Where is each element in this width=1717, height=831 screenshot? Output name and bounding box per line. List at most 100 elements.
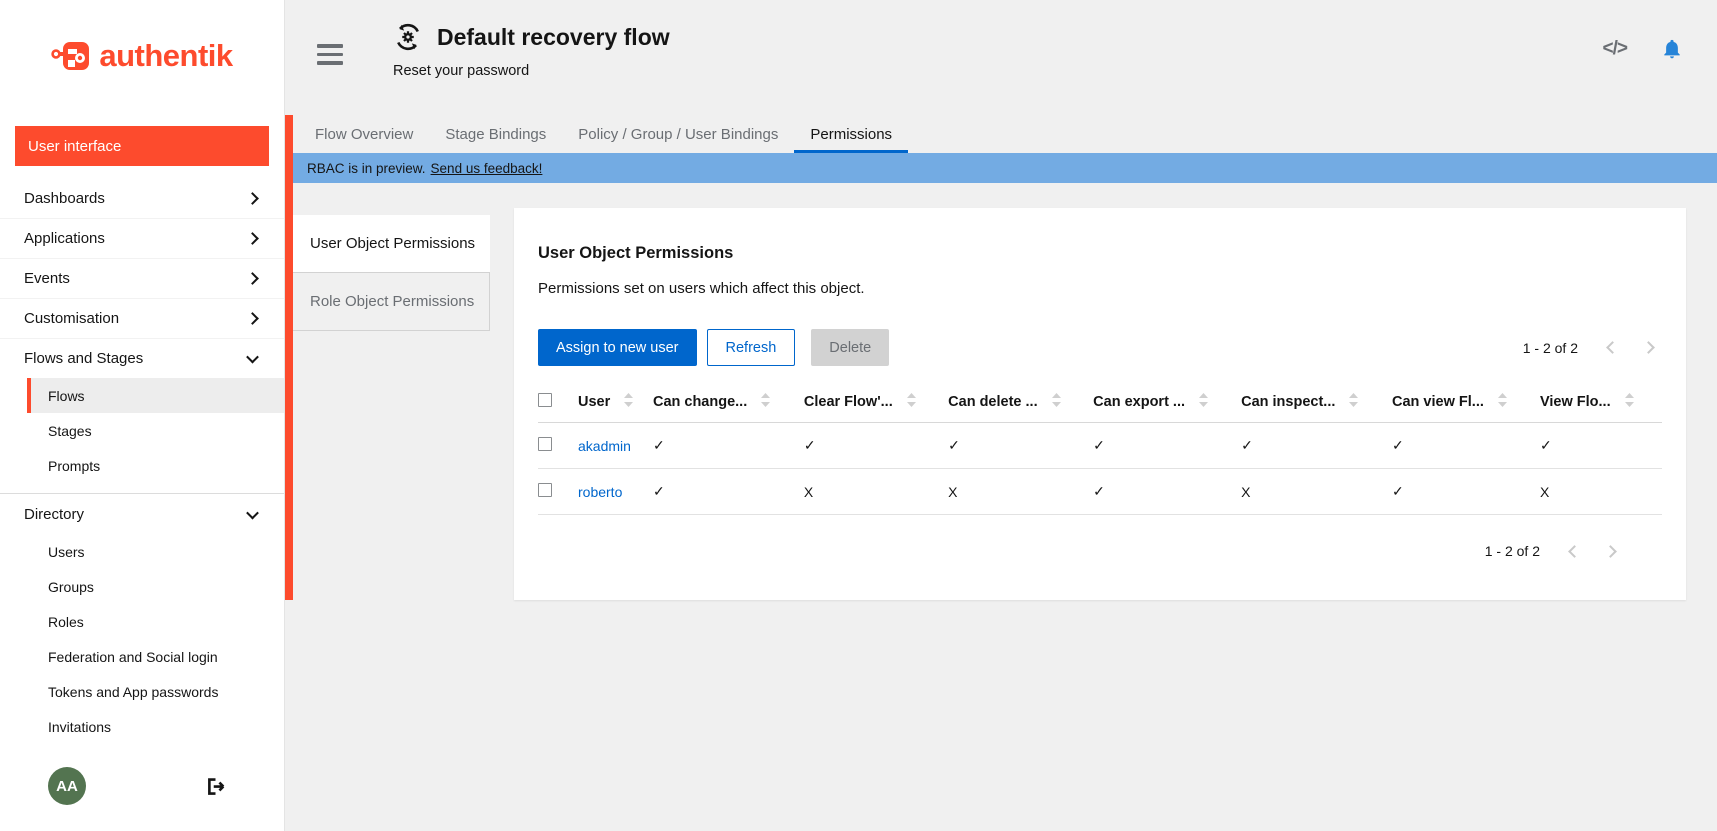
row-checkbox[interactable] [538,437,552,451]
sidebar-subitem-users[interactable]: Users [27,534,284,569]
sidebar-item-label: Flows and Stages [24,350,143,367]
chevron-right-icon [246,273,258,285]
pagination-next-icon[interactable] [1634,338,1662,358]
user-link[interactable]: roberto [578,484,622,500]
sidebar-item-directory[interactable]: Directory [0,494,284,534]
select-all-checkbox[interactable] [538,393,552,407]
column-can-view[interactable]: Can view Fl... [1392,382,1540,423]
sort-icon[interactable] [1349,393,1358,411]
tab-label: Stage Bindings [445,126,546,143]
feedback-link[interactable]: Send us feedback! [431,161,543,176]
pagination-prev-icon[interactable] [1560,541,1588,561]
content-area: User Object Permissions Role Object Perm… [285,183,1717,831]
column-can-change[interactable]: Can change... [653,382,804,423]
sidebar-item-events[interactable]: Events [0,258,284,298]
pagination-label: 1 - 2 of 2 [1485,543,1540,559]
column-can-delete[interactable]: Can delete ... [948,382,1093,423]
flow-icon [393,22,423,52]
pagination-bottom: 1 - 2 of 2 [538,541,1662,561]
brand-logo[interactable]: authentik [0,0,284,112]
sidebar-subitem-prompts[interactable]: Prompts [27,448,284,483]
sidebar-subitem-groups[interactable]: Groups [27,569,284,604]
perm-value: ✓ [804,437,816,453]
sidebar-item-applications[interactable]: Applications [0,218,284,258]
chevron-down-icon [246,353,258,365]
tab-policy-group-user-bindings[interactable]: Policy / Group / User Bindings [562,115,794,153]
sidebar-item-label: Directory [24,506,84,523]
user-object-permissions-card: User Object Permissions Permissions set … [514,208,1686,600]
column-can-export[interactable]: Can export ... [1093,382,1241,423]
sidebar-subitem-label: Roles [48,614,84,630]
side-tab-label: User Object Permissions [310,235,475,252]
sidebar-item-flows-and-stages[interactable]: Flows and Stages [0,338,284,378]
sort-icon[interactable] [1498,393,1507,411]
sidebar-subitem-label: Prompts [48,458,100,474]
side-tab-user-object-permissions[interactable]: User Object Permissions [285,215,490,273]
table-row: roberto ✓ X X ✓ X ✓ X [538,469,1662,515]
accent-bar [285,115,293,600]
pagination-next-icon[interactable] [1596,541,1624,561]
column-can-inspect[interactable]: Can inspect... [1241,382,1392,423]
sidebar-subitem-flows[interactable]: Flows [27,378,284,413]
page-title: Default recovery flow [437,24,670,51]
sort-icon[interactable] [907,393,916,411]
sidebar-item-label: Dashboards [24,190,105,207]
logout-icon[interactable] [205,776,226,797]
tab-flow-overview[interactable]: Flow Overview [299,115,429,153]
perm-value: ✓ [1093,437,1105,453]
sidebar-item-customisation[interactable]: Customisation [0,298,284,338]
page-header: Default recovery flow Reset your passwor… [393,22,670,79]
hamburger-menu-icon[interactable] [317,44,343,70]
sidebar: authentik User interface Dashboards Appl… [0,0,285,831]
banner-text: RBAC is in preview. [307,161,426,176]
assign-to-new-user-button[interactable]: Assign to new user [538,329,697,366]
sort-icon[interactable] [1052,393,1061,411]
authentik-key-icon [51,39,93,73]
tab-label: Policy / Group / User Bindings [578,126,778,143]
sidebar-subitem-tokens[interactable]: Tokens and App passwords [27,674,284,709]
column-user[interactable]: User [578,382,653,423]
sort-icon[interactable] [1199,393,1208,411]
main-area: Default recovery flow Reset your passwor… [285,0,1717,831]
sidebar-subitem-label: Stages [48,423,92,439]
perm-value: X [1540,484,1549,500]
sort-icon[interactable] [761,393,770,411]
page-subtitle: Reset your password [393,63,670,79]
perm-value: ✓ [1540,437,1552,453]
avatar[interactable]: AA [48,767,86,805]
user-interface-switch[interactable]: User interface [15,126,269,166]
notifications-bell-icon[interactable] [1661,38,1683,60]
tab-stage-bindings[interactable]: Stage Bindings [429,115,562,153]
sidebar-subitem-invitations[interactable]: Invitations [27,709,284,744]
column-clear-flow[interactable]: Clear Flow'... [804,382,948,423]
sidebar-item-label: Events [24,270,70,287]
table-row: akadmin ✓ ✓ ✓ ✓ ✓ ✓ ✓ [538,423,1662,469]
side-tab-role-object-permissions[interactable]: Role Object Permissions [285,273,490,331]
topbar: Default recovery flow Reset your passwor… [285,0,1717,115]
tab-label: Permissions [810,126,892,143]
sort-icon[interactable] [1625,393,1634,411]
chevron-right-icon [246,233,258,245]
rbac-preview-banner: RBAC is in preview. Send us feedback! [285,153,1717,183]
sidebar-subitem-stages[interactable]: Stages [27,413,284,448]
brand-name: authentik [99,38,232,74]
row-checkbox[interactable] [538,483,552,497]
api-code-icon[interactable]: </> [1603,38,1627,60]
table-header-row: User Can change... Clear Flow'... Can de… [538,382,1662,423]
user-link[interactable]: akadmin [578,438,631,454]
sort-icon[interactable] [624,393,633,411]
toolbar: Assign to new user Refresh Delete 1 - 2 … [538,329,1662,366]
pagination-prev-icon[interactable] [1598,338,1626,358]
sidebar-subitem-roles[interactable]: Roles [27,604,284,639]
sidebar-item-dashboards[interactable]: Dashboards [0,178,284,218]
tab-label: Flow Overview [315,126,413,143]
delete-button: Delete [811,329,889,366]
tab-permissions[interactable]: Permissions [794,115,908,153]
refresh-button[interactable]: Refresh [707,329,796,366]
sidebar-subitem-federation[interactable]: Federation and Social login [27,639,284,674]
permissions-table: User Can change... Clear Flow'... Can de… [538,382,1662,515]
card-description: Permissions set on users which affect th… [538,280,1662,297]
permission-side-tabs: User Object Permissions Role Object Perm… [285,215,490,331]
column-view-flow[interactable]: View Flo... [1540,382,1662,423]
avatar-initials: AA [56,778,78,795]
